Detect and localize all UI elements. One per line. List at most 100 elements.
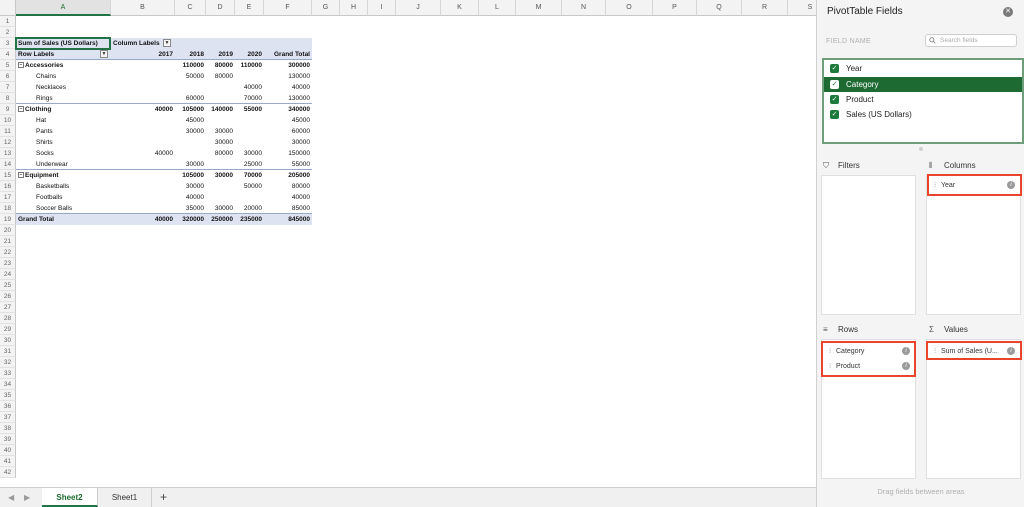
row-header-17[interactable]: 17: [0, 192, 16, 203]
column-header-r[interactable]: R: [742, 0, 788, 16]
pivot-value-cell[interactable]: 130000: [264, 71, 312, 82]
columns-area[interactable]: ⁝ Year i: [926, 175, 1021, 315]
pivot-value-cell[interactable]: 80000: [206, 148, 235, 159]
column-header-g[interactable]: G: [312, 0, 340, 16]
row-header-35[interactable]: 35: [0, 390, 16, 401]
column-header-a[interactable]: A: [16, 0, 111, 16]
row-header-30[interactable]: 30: [0, 335, 16, 346]
add-sheet-button[interactable]: +: [160, 490, 167, 504]
prev-sheet-icon[interactable]: ◀: [8, 493, 14, 502]
close-icon[interactable]: ✕: [1003, 7, 1013, 17]
pivot-value-cell[interactable]: 30000: [206, 126, 235, 137]
pivot-value-cell[interactable]: 60000: [264, 126, 312, 137]
pivot-value-cell[interactable]: 50000: [175, 71, 206, 82]
pivot-value-cell[interactable]: 30000: [175, 126, 206, 137]
pivot-value-cell[interactable]: [235, 137, 264, 148]
column-header-m[interactable]: M: [516, 0, 562, 16]
row-header-26[interactable]: 26: [0, 291, 16, 302]
pivot-row-label[interactable]: Chains: [16, 71, 111, 82]
spreadsheet[interactable]: A B C D E F G H I J K L M N O P Q R S 1 2 3 4 5 6 7 8 9 10 11 12 13 14 15…: [0, 0, 816, 507]
row-header-4[interactable]: 4: [0, 49, 16, 60]
pivot-value-cell[interactable]: 140000: [206, 104, 235, 115]
column-header-q[interactable]: Q: [697, 0, 742, 16]
column-header-l[interactable]: L: [479, 0, 516, 16]
row-header-39[interactable]: 39: [0, 434, 16, 445]
row-header-37[interactable]: 37: [0, 412, 16, 423]
column-header-s[interactable]: S: [788, 0, 816, 16]
pivot-value-cell[interactable]: 30000: [175, 181, 206, 192]
values-area[interactable]: ⁝ Sum of Sales (U... i: [926, 339, 1021, 479]
collapse-icon[interactable]: −: [18, 106, 24, 113]
pivot-row-label[interactable]: Footballs: [16, 192, 111, 203]
row-header-18[interactable]: 18: [0, 203, 16, 214]
filters-area[interactable]: [821, 175, 916, 315]
field-sales[interactable]: ✓ Sales (US Dollars): [824, 107, 1022, 122]
pivot-value-cell[interactable]: [206, 192, 235, 203]
checkbox-icon[interactable]: ✓: [830, 80, 839, 89]
row-header-33[interactable]: 33: [0, 368, 16, 379]
select-all-corner[interactable]: [0, 0, 16, 16]
pivot-value-cell[interactable]: 40000: [111, 214, 175, 225]
pivot-value-cell[interactable]: 300000: [264, 60, 312, 71]
pivot-value-cell[interactable]: [175, 137, 206, 148]
pivot-value-cell[interactable]: 45000: [264, 115, 312, 126]
column-header-j[interactable]: J: [396, 0, 441, 16]
pivot-value-cell[interactable]: 30000: [206, 137, 235, 148]
pivot-row-label[interactable]: Necklaces: [16, 82, 111, 93]
row-header-12[interactable]: 12: [0, 137, 16, 148]
row-header-21[interactable]: 21: [0, 236, 16, 247]
column-header-b[interactable]: B: [111, 0, 175, 16]
row-header-14[interactable]: 14: [0, 159, 16, 170]
pivot-value-cell[interactable]: 40000: [111, 148, 175, 159]
row-header-29[interactable]: 29: [0, 324, 16, 335]
row-header-24[interactable]: 24: [0, 269, 16, 280]
pivot-row-label[interactable]: − Clothing: [16, 104, 111, 115]
row-header-6[interactable]: 6: [0, 71, 16, 82]
pivot-value-cell[interactable]: 45000: [175, 115, 206, 126]
pivot-value-cell[interactable]: [111, 137, 175, 148]
next-sheet-icon[interactable]: ▶: [24, 493, 30, 502]
pivot-value-cell[interactable]: 40000: [235, 82, 264, 93]
row-header-27[interactable]: 27: [0, 302, 16, 313]
pivot-value-cell[interactable]: 845000: [264, 214, 312, 225]
pivot-value-cell[interactable]: 40000: [111, 104, 175, 115]
row-header-1[interactable]: 1: [0, 16, 16, 27]
column-header-o[interactable]: O: [606, 0, 653, 16]
pivot-value-cell[interactable]: 40000: [264, 82, 312, 93]
row-header-3[interactable]: 3: [0, 38, 16, 49]
pivot-value-cell[interactable]: [111, 60, 175, 71]
column-header-f[interactable]: F: [264, 0, 312, 16]
pivot-value-cell[interactable]: [206, 181, 235, 192]
pane-splitter[interactable]: [919, 147, 923, 151]
pivot-value-cell[interactable]: 340000: [264, 104, 312, 115]
pivot-value-cell[interactable]: 50000: [235, 181, 264, 192]
pivot-value-cell[interactable]: [111, 192, 175, 203]
pivot-value-cell[interactable]: [235, 192, 264, 203]
pivot-value-cell[interactable]: 80000: [206, 71, 235, 82]
row-header-2[interactable]: 2: [0, 27, 16, 38]
column-header-p[interactable]: P: [653, 0, 697, 16]
pivot-value-cell[interactable]: 30000: [206, 170, 235, 181]
row-labels-filter-dropdown-icon[interactable]: ▼: [100, 50, 108, 58]
row-header-23[interactable]: 23: [0, 258, 16, 269]
pivot-value-cell[interactable]: 70000: [235, 170, 264, 181]
pivot-value-cell[interactable]: [235, 126, 264, 137]
row-header-9[interactable]: 9: [0, 104, 16, 115]
pivot-value-cell[interactable]: [111, 82, 175, 93]
row-header-28[interactable]: 28: [0, 313, 16, 324]
pivot-value-cell[interactable]: 235000: [235, 214, 264, 225]
row-header-5[interactable]: 5: [0, 60, 16, 71]
pivot-value-cell[interactable]: 80000: [264, 181, 312, 192]
column-header-h[interactable]: H: [340, 0, 368, 16]
column-header-i[interactable]: I: [368, 0, 396, 16]
pivot-value-cell[interactable]: 105000: [175, 104, 206, 115]
pivot-row-label[interactable]: Grand Total: [16, 214, 111, 225]
pivot-value-cell[interactable]: [206, 115, 235, 126]
checkbox-icon[interactable]: ✓: [830, 110, 839, 119]
pivot-value-cell[interactable]: [206, 82, 235, 93]
field-year[interactable]: ✓ Year: [824, 61, 1022, 76]
row-header-16[interactable]: 16: [0, 181, 16, 192]
row-header-13[interactable]: 13: [0, 148, 16, 159]
pivot-row-label[interactable]: Shirts: [16, 137, 111, 148]
column-header-d[interactable]: D: [206, 0, 235, 16]
